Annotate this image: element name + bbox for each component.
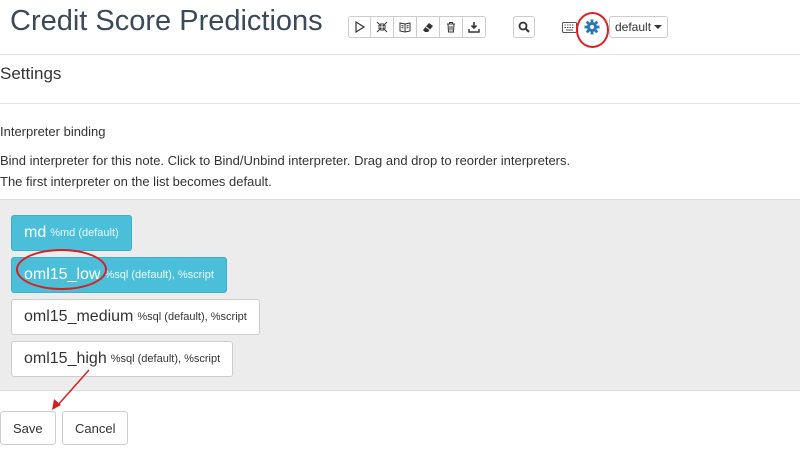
note-title: Credit Score Predictions xyxy=(10,5,323,37)
interpreter-item-oml15-high[interactable]: oml15_high %sql (default), %script xyxy=(11,341,234,377)
page: Credit Score Predictions default Setting… xyxy=(0,0,800,455)
default-dropdown-label: default xyxy=(615,20,652,34)
keyboard-icon[interactable] xyxy=(562,22,577,33)
binding-description: Bind interpreter for this note. Click to… xyxy=(0,150,570,192)
clear-output-button[interactable] xyxy=(417,16,440,38)
description-line-2: The first interpreter on the list become… xyxy=(0,174,272,189)
run-all-icon xyxy=(354,21,365,33)
save-button[interactable]: Save xyxy=(0,411,56,445)
default-dropdown[interactable]: default xyxy=(609,16,669,38)
trash-icon xyxy=(447,22,455,33)
search-button[interactable] xyxy=(513,16,535,38)
interpreter-item-oml15-medium[interactable]: oml15_medium %sql (default), %script xyxy=(11,299,260,335)
download-icon xyxy=(468,22,480,33)
gear-annotation-circle xyxy=(576,12,609,48)
interpreter-details: %sql (default), %script xyxy=(104,269,214,281)
delete-note-button[interactable] xyxy=(440,16,463,38)
interpreter-item-md[interactable]: md %md (default) xyxy=(11,215,132,251)
note-header: Credit Score Predictions default xyxy=(0,0,800,55)
interpreter-name: md xyxy=(24,224,47,241)
search-icon xyxy=(518,21,530,33)
cancel-button[interactable]: Cancel xyxy=(62,411,129,445)
interpreter-details: %sql (default), %script xyxy=(110,353,221,365)
export-note-button[interactable] xyxy=(463,16,486,38)
oml15-low-annotation-ellipse xyxy=(16,249,107,290)
interpreter-details: %sql (default), %script xyxy=(137,311,247,323)
settings-title: Settings xyxy=(0,64,62,83)
run-all-button[interactable] xyxy=(348,16,371,38)
collapse-icon xyxy=(376,21,388,33)
book-icon xyxy=(399,22,411,33)
divider xyxy=(0,103,800,104)
interpreter-name: oml15_high xyxy=(24,350,107,367)
caret-down-icon xyxy=(654,25,663,29)
description-line-1: Bind interpreter for this note. Click to… xyxy=(0,153,571,168)
interpreter-name: oml15_medium xyxy=(24,308,134,325)
eraser-icon xyxy=(423,23,433,32)
toggle-output-button[interactable] xyxy=(394,16,417,38)
collapse-button[interactable] xyxy=(371,16,394,38)
interpreter-details: %md (default) xyxy=(50,227,119,239)
interpreter-list: md %md (default) oml15_low %sql (default… xyxy=(0,199,800,391)
interpreter-binding-heading: Interpreter binding xyxy=(0,124,106,139)
note-toolbar xyxy=(348,16,486,38)
